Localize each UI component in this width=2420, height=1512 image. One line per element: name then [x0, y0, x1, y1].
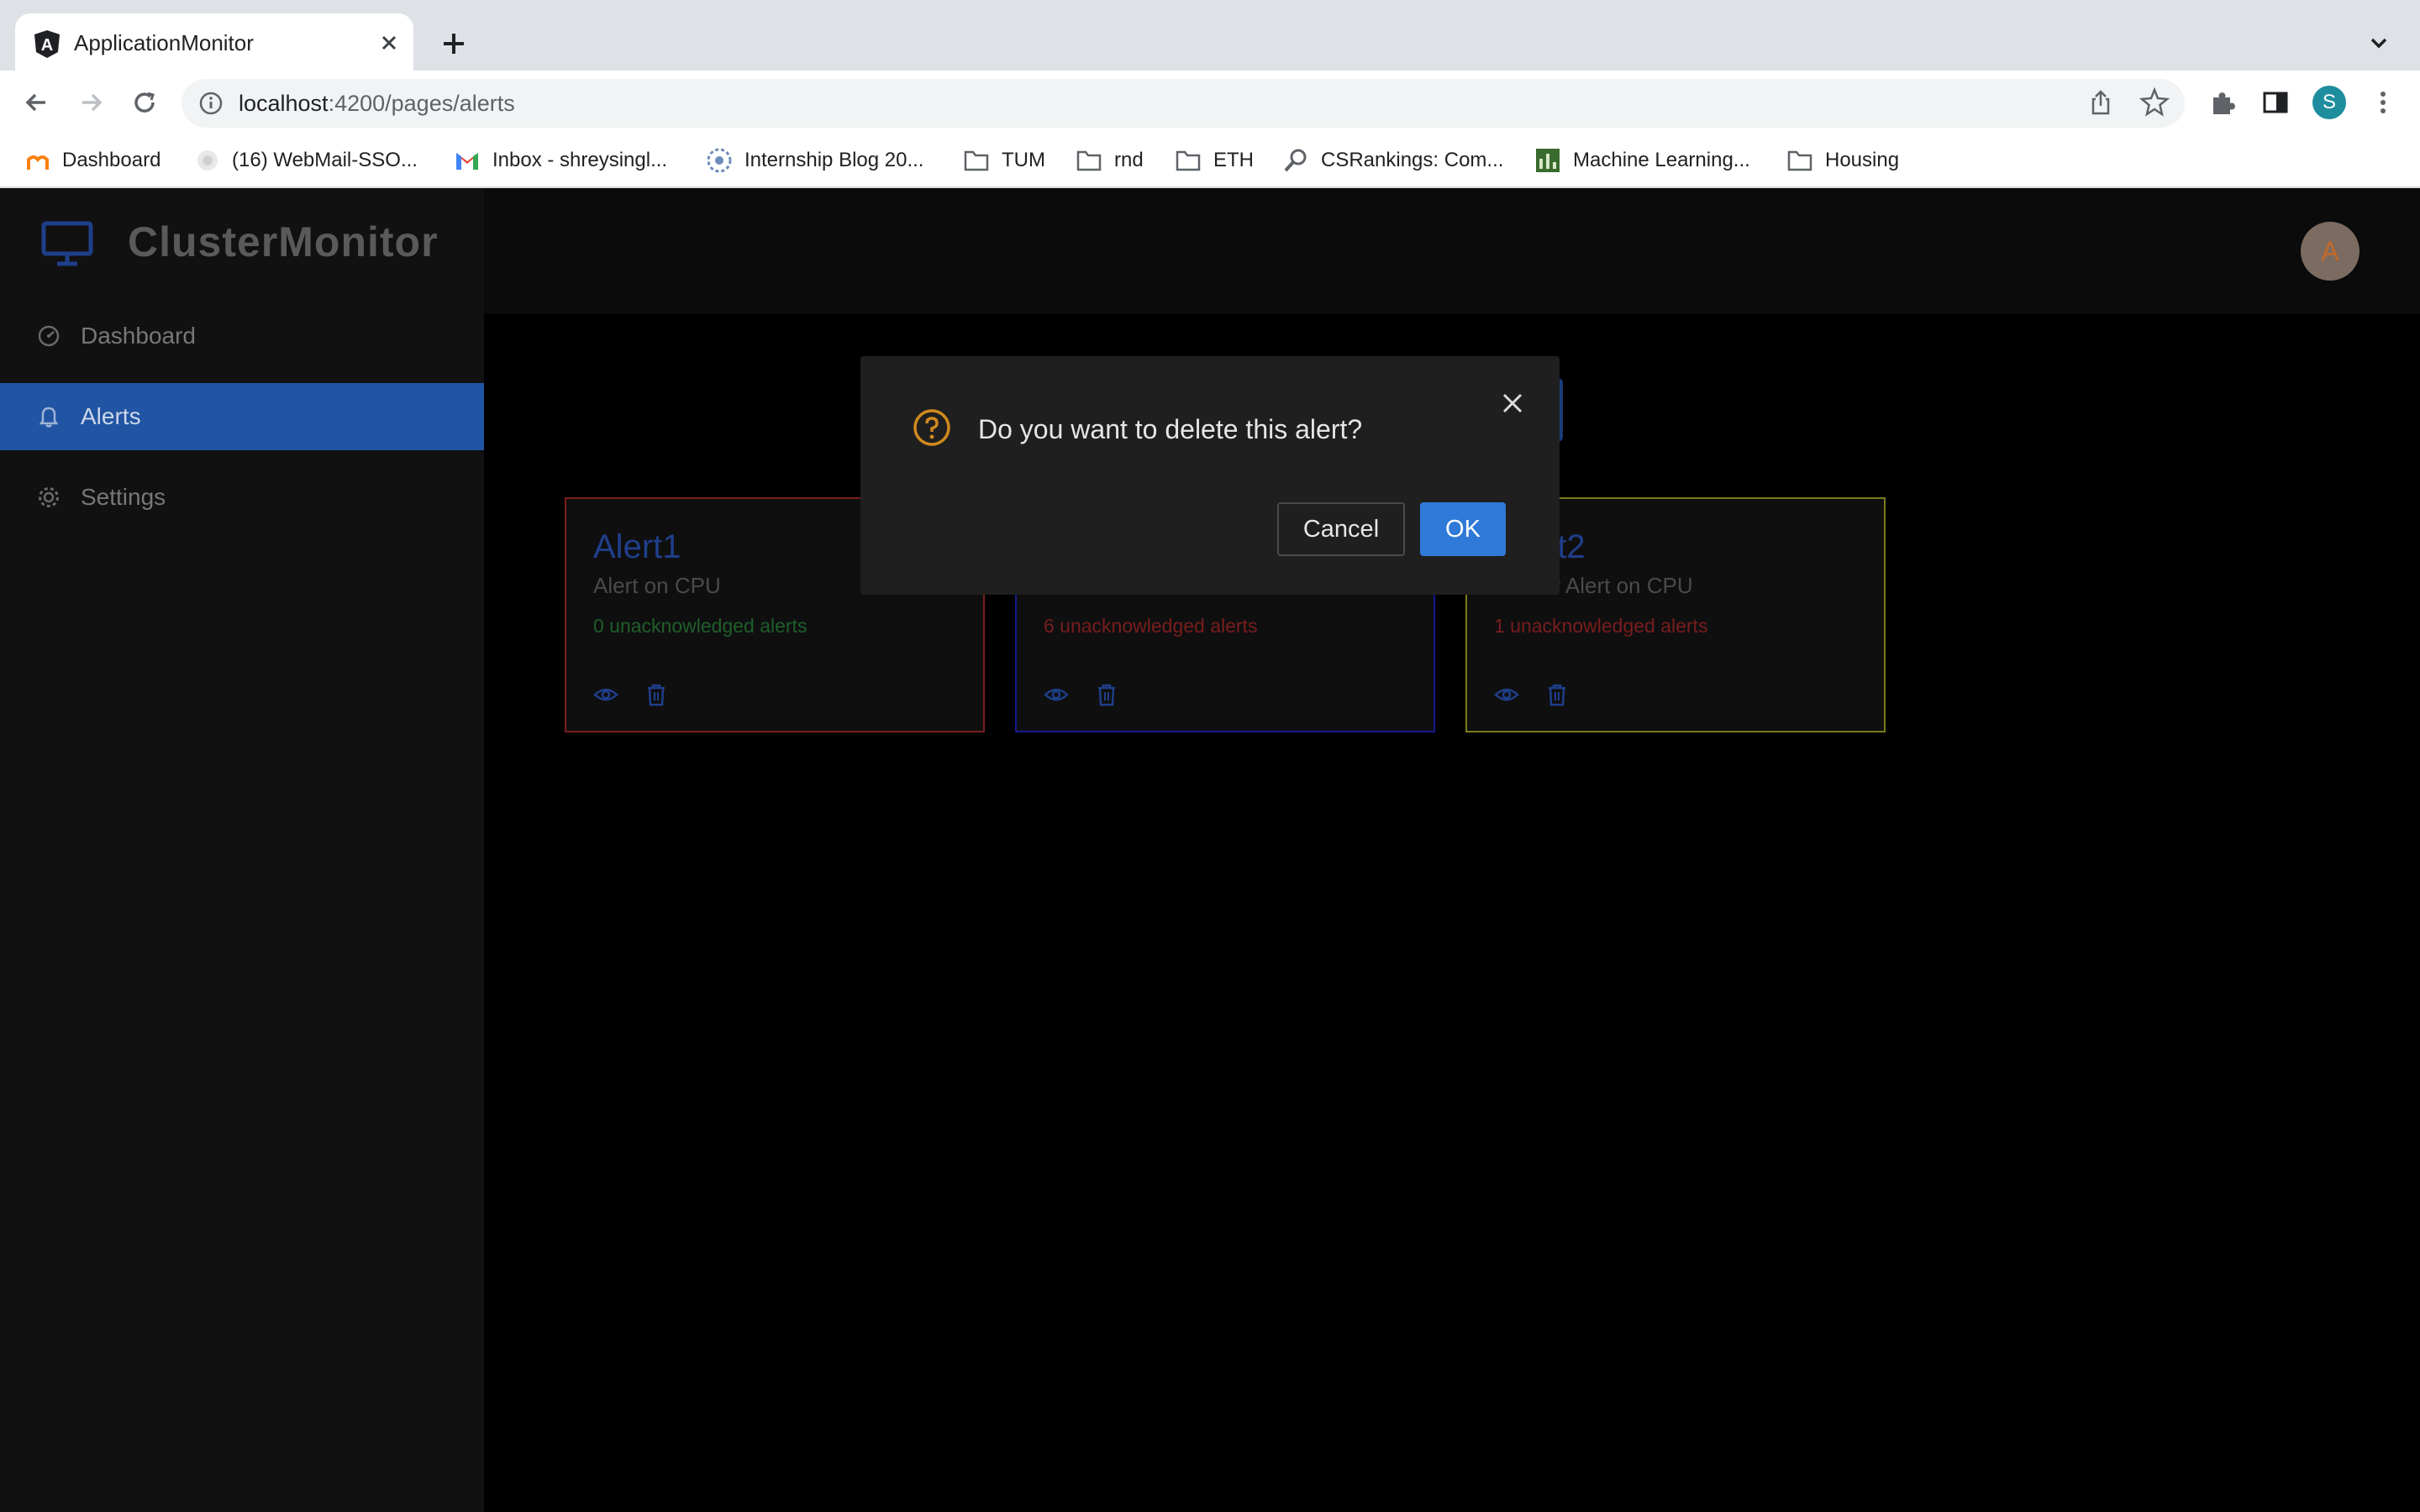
bookmark-label: Dashboard	[62, 149, 161, 171]
bookmark-label: Housing	[1825, 149, 1900, 171]
sidebar-item-dashboard[interactable]: Dashboard	[0, 302, 484, 370]
bookmark-label: Inbox - shreysingl...	[492, 149, 668, 171]
trash-icon[interactable]	[1544, 682, 1570, 707]
bookmark-item[interactable]: rnd	[1076, 144, 1144, 176]
bookmark-item[interactable]: Inbox - shreysingl...	[454, 144, 667, 176]
gear-icon	[39, 487, 59, 507]
alert-subtitle: er Alert on CPU	[1541, 573, 1693, 598]
bookmark-item[interactable]: Housing	[1786, 144, 1899, 176]
tab-title: ApplicationMonitor	[74, 30, 254, 55]
url-host: localhost	[239, 91, 329, 116]
profile-avatar[interactable]: S	[2312, 86, 2346, 119]
confirm-dialog	[860, 356, 1560, 595]
trash-icon[interactable]	[1094, 682, 1119, 707]
dashboard-icon	[38, 325, 60, 347]
bookmark-label: Machine Learning...	[1573, 149, 1750, 171]
eye-icon[interactable]	[593, 682, 618, 707]
cancel-button[interactable]: Cancel	[1277, 502, 1405, 556]
url-text: localhost:4200/pages/alerts	[239, 89, 515, 118]
bookmark-label: ETH	[1213, 149, 1254, 171]
folder-icon	[1787, 150, 1812, 171]
alert-subtitle: Alert on CPU	[593, 573, 721, 598]
gmail-icon	[456, 153, 478, 170]
back-arrow-icon[interactable]	[20, 86, 54, 119]
folder-icon	[1076, 150, 1102, 171]
more-vert-icon[interactable]	[2368, 87, 2398, 118]
blog-icon	[707, 148, 732, 173]
angular-icon: A	[32, 29, 62, 59]
alert-count: 1 unacknowledged alerts	[1494, 615, 1708, 637]
alert-count: 0 unacknowledged alerts	[593, 615, 808, 637]
bookmark-item[interactable]: Machine Learning...	[1534, 144, 1750, 176]
bookmark-label: (16) WebMail-SSO...	[232, 149, 418, 171]
alert-count: 6 unacknowledged alerts	[1044, 615, 1258, 637]
folder-icon	[964, 150, 989, 171]
sidebar-item-label: Settings	[81, 484, 166, 510]
svg-text:A: A	[41, 36, 53, 55]
webmail-icon	[197, 150, 218, 171]
url-path: :4200/pages/alerts	[328, 91, 515, 116]
side-panel-icon[interactable]	[2260, 87, 2291, 118]
eye-icon[interactable]	[1044, 682, 1069, 707]
close-icon[interactable]	[376, 30, 402, 55]
new-tab-icon[interactable]	[434, 24, 474, 64]
question-icon	[913, 408, 951, 447]
bookmark-label: TUM	[1002, 149, 1045, 171]
folder-icon	[1176, 150, 1201, 171]
bookmark-label: Internship Blog 20...	[744, 149, 924, 171]
brand-name: ClusterMonitor	[128, 218, 439, 265]
app-header	[484, 188, 2420, 314]
bookmark-item[interactable]: Internship Blog 20...	[706, 144, 923, 176]
ok-button[interactable]: OK	[1420, 502, 1506, 556]
close-icon[interactable]	[1499, 390, 1526, 417]
share-icon[interactable]	[2086, 87, 2116, 118]
sidebar-item-settings[interactable]: Settings	[0, 464, 484, 531]
ml-icon	[1536, 149, 1560, 172]
star-icon[interactable]	[2138, 86, 2171, 119]
dialog-message: Do you want to delete this alert?	[978, 414, 1363, 444]
extensions-icon[interactable]	[2207, 86, 2240, 119]
moodle-icon	[27, 155, 49, 170]
alert-title[interactable]: Alert1	[593, 526, 681, 568]
trash-icon[interactable]	[644, 682, 669, 707]
bookmark-item[interactable]: Dashboard	[25, 144, 160, 176]
info-icon[interactable]	[198, 91, 224, 116]
monitor-icon	[40, 220, 94, 267]
bookmark-item[interactable]: TUM	[963, 144, 1045, 176]
bookmark-item[interactable]: (16) WebMail-SSO...	[195, 144, 418, 176]
reload-icon[interactable]	[128, 86, 161, 119]
bell-icon	[39, 407, 59, 428]
sidebar-item-label: Dashboard	[81, 323, 196, 349]
bookmark-label: CSRankings: Com...	[1321, 149, 1504, 171]
magnifier-icon	[1284, 149, 1307, 172]
forward-arrow-icon[interactable]	[74, 86, 108, 119]
sidebar-item-label: Alerts	[81, 403, 141, 429]
eye-icon[interactable]	[1494, 682, 1519, 707]
bookmark-label: rnd	[1114, 149, 1144, 171]
sidebar-item-alerts[interactable]: Alerts	[0, 383, 484, 450]
chevron-down-icon[interactable]	[2365, 29, 2393, 57]
bookmark-item[interactable]: ETH	[1175, 144, 1254, 176]
bookmark-item[interactable]: CSRankings: Com...	[1282, 144, 1503, 176]
user-avatar[interactable]: A	[2301, 222, 2360, 281]
